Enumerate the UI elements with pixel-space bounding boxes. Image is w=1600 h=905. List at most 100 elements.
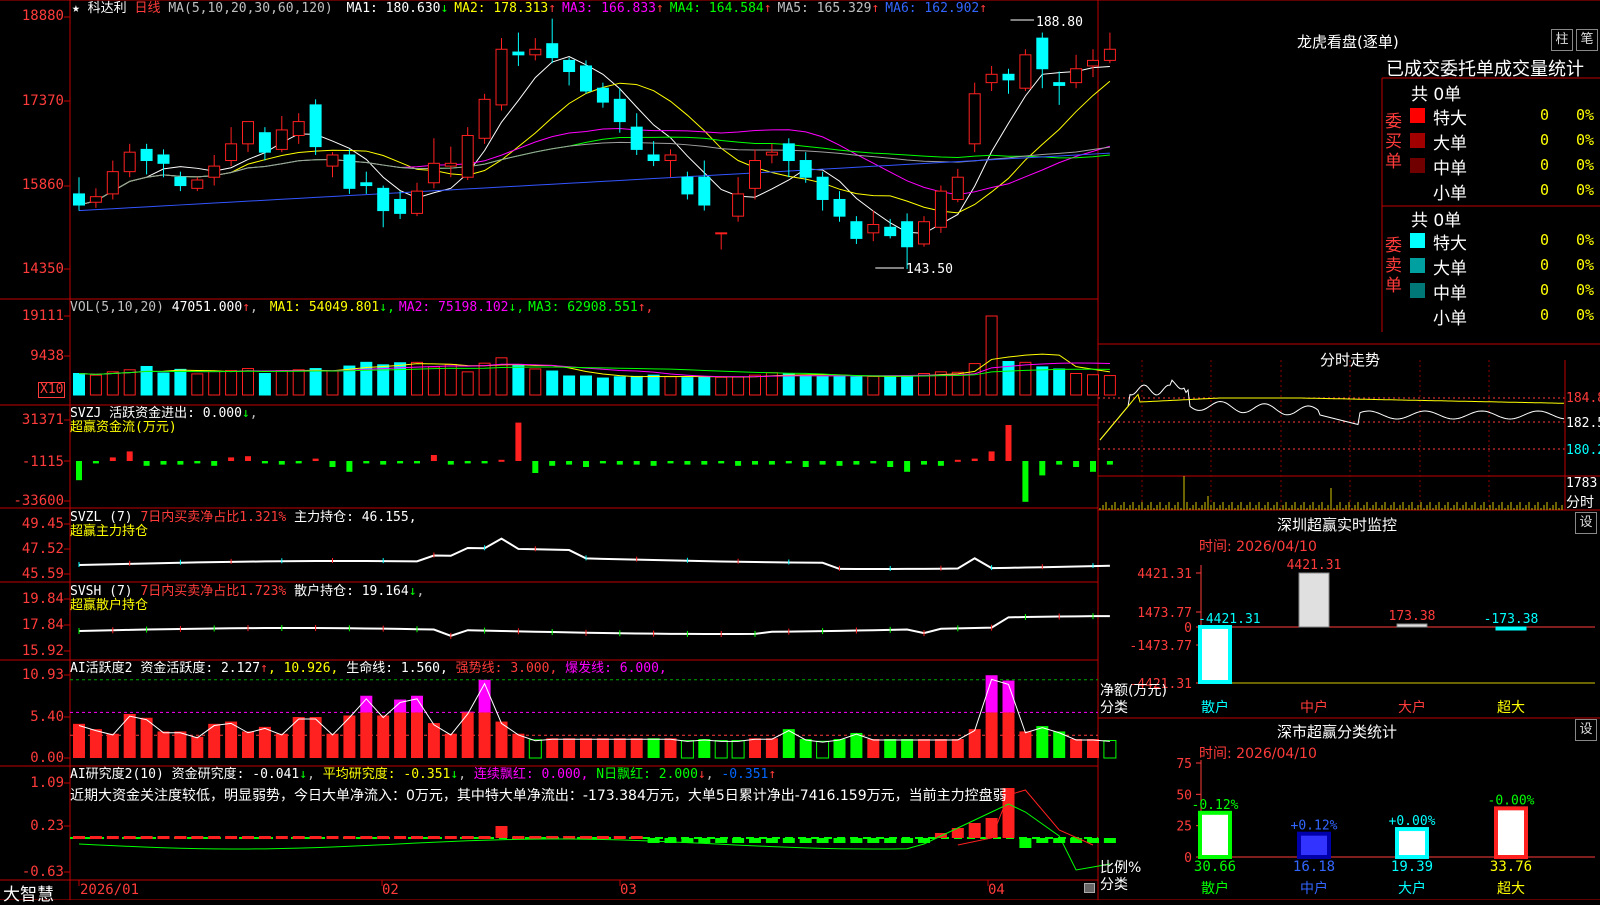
res-bar xyxy=(596,836,609,839)
ai-bar xyxy=(647,738,660,758)
svzj-bar xyxy=(1039,461,1046,476)
svzj-bar xyxy=(414,461,420,464)
ai-bar xyxy=(89,729,102,758)
ai-bar xyxy=(140,717,153,758)
candle-body xyxy=(546,43,559,59)
svzj-bar xyxy=(498,459,505,462)
tick-view-button[interactable]: 笔 xyxy=(1576,29,1598,51)
candle-body xyxy=(377,187,390,212)
ss-time: 时间: 2026/04/10 xyxy=(1199,746,1317,762)
ai-arrow: ↑ xyxy=(260,661,268,676)
svzj-bar xyxy=(76,461,82,481)
ss-category: 超大 xyxy=(1497,881,1525,897)
sell-row-pct: 0% xyxy=(1576,256,1595,274)
candle-body xyxy=(816,176,829,200)
sz-category: 散户 xyxy=(1201,699,1229,716)
volume-bar xyxy=(242,368,254,396)
buy-row-count: 0 xyxy=(1540,106,1550,124)
svzj-bar xyxy=(971,458,978,461)
candle-body xyxy=(444,162,457,167)
ai-bar xyxy=(1087,739,1099,758)
svzj-bar xyxy=(904,461,911,472)
sell-row-pct: 0% xyxy=(1576,231,1595,249)
volume-bar xyxy=(715,376,728,396)
ai-bar xyxy=(698,739,711,758)
candle-body xyxy=(326,154,339,167)
volume-bar xyxy=(867,375,880,396)
ai-title: AI活跃度2 xyxy=(70,661,133,676)
candle-body xyxy=(242,121,254,145)
vol-tick: 19111 xyxy=(21,308,64,324)
ai-bar xyxy=(106,733,119,758)
ai-bar xyxy=(157,731,170,758)
period-label[interactable]: 日线 xyxy=(135,1,161,16)
svzj-bar xyxy=(92,461,99,464)
candle-body xyxy=(596,87,609,103)
volume-bar xyxy=(512,365,525,396)
svzj-bar xyxy=(160,461,167,465)
res-bar xyxy=(106,836,119,839)
svzj-bar xyxy=(177,461,184,465)
res-bar xyxy=(174,836,187,839)
volume-bar xyxy=(106,371,119,396)
ai-bar xyxy=(326,733,339,758)
volume-bar xyxy=(123,369,136,396)
ss-settings-button[interactable]: 设 xyxy=(1575,719,1597,741)
svzj-bar xyxy=(245,456,251,461)
ma-value-1: MA1: 180.630 xyxy=(346,1,441,16)
candle-body xyxy=(968,93,981,145)
chart-canvas[interactable]: 4421.311473.770-1473.77-4421.31-4421.31散… xyxy=(0,0,1600,900)
res-bar xyxy=(461,836,474,839)
ai-strong: 强势线: 3.000, xyxy=(455,661,558,676)
svsh-holding: 散户持仓: 19.164 xyxy=(294,584,409,599)
sell-row-swatch xyxy=(1410,233,1425,248)
res-bar xyxy=(242,836,254,839)
sz-settings-button[interactable]: 设 xyxy=(1575,512,1597,534)
ma-value-6: MA6: 162.902 xyxy=(885,1,980,16)
svzj-header: SVZJ 活跃资金进出: 0.000↓, xyxy=(70,406,258,421)
ai-bar xyxy=(985,712,998,758)
res-bar xyxy=(292,836,305,839)
ai-bar xyxy=(664,738,677,758)
favorite-star-icon[interactable]: ★ xyxy=(72,1,80,16)
res-bar xyxy=(157,836,170,839)
volume-bar xyxy=(427,366,440,396)
ai-bar xyxy=(867,739,880,758)
volume-bar xyxy=(1019,361,1032,396)
ss-category: 中户 xyxy=(1300,880,1328,897)
res-red: 连续飘红: 0.000, xyxy=(473,767,589,782)
res-bar xyxy=(478,836,491,839)
column-view-button[interactable]: 柱 xyxy=(1551,29,1573,51)
res-avg: 平均研究度: -0.351 xyxy=(322,767,451,782)
lock-icon[interactable] xyxy=(1084,883,1095,893)
volume-bar xyxy=(580,375,592,396)
ai-bar xyxy=(478,712,491,758)
candle-body xyxy=(715,232,728,235)
stat-title: 已成交委托单成交量统计 xyxy=(1386,59,1584,80)
sell-row-pct: 0% xyxy=(1576,281,1595,299)
svzl-line2: 超赢主力持仓 xyxy=(70,524,149,539)
svzj-bar xyxy=(211,461,218,466)
res-bar xyxy=(782,838,795,843)
buy-row-label: 小单 xyxy=(1433,184,1467,204)
candle-body xyxy=(208,165,221,178)
sell-row-count: 0 xyxy=(1540,256,1550,274)
svzj-bar xyxy=(988,451,995,461)
buy-row-label: 中单 xyxy=(1433,159,1467,179)
svzj-bar xyxy=(566,461,573,465)
svsh-tick: 19.84 xyxy=(21,591,64,607)
sell-side-label: 委卖单 xyxy=(1385,236,1402,296)
ai-bar xyxy=(1103,740,1117,759)
res-bar xyxy=(360,836,373,839)
candle-body xyxy=(613,98,626,123)
candle-body xyxy=(765,151,778,156)
volume-bar xyxy=(985,315,998,396)
svzl-tick: 49.45 xyxy=(21,516,64,532)
ai-bar xyxy=(528,739,542,759)
ss-tick: 50 xyxy=(1176,788,1192,803)
ai-bar xyxy=(191,736,204,758)
chart-stage[interactable]: 4421.31 1473.77 0 -1473.77 -4421.31 -4421.31 散… xyxy=(0,0,1600,900)
ma-value-5: MA5: 165.329 xyxy=(777,1,872,16)
ai-bar xyxy=(360,712,373,758)
res-bar xyxy=(867,838,880,843)
